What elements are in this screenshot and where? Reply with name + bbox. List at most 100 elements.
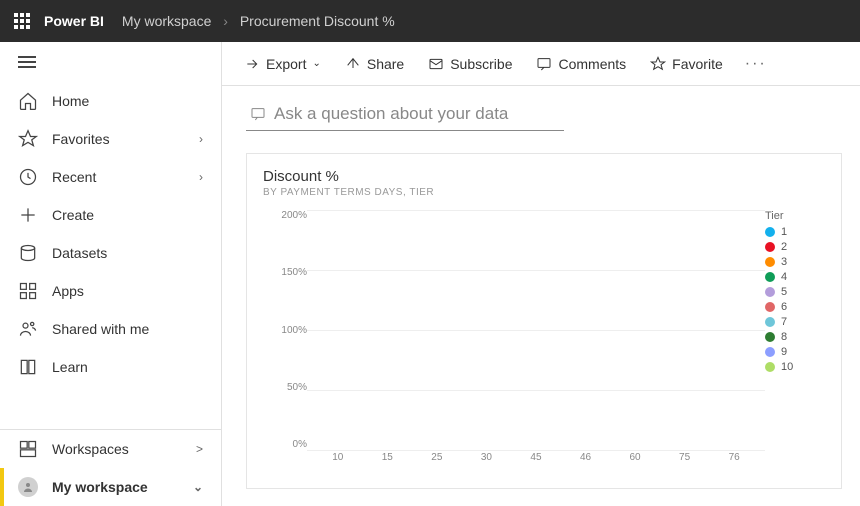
datasets-icon <box>18 243 38 263</box>
nav-label: Favorites <box>52 131 199 147</box>
nav-bottom: Workspaces> My workspace⌄ <box>0 429 221 506</box>
nav-home[interactable]: Home <box>0 82 221 120</box>
nav-learn[interactable]: Learn <box>0 348 221 386</box>
legend-label: 6 <box>781 301 787 313</box>
legend-label: 4 <box>781 271 787 283</box>
legend-label: 7 <box>781 316 787 328</box>
qna-input[interactable]: Ask a question about your data <box>246 104 564 131</box>
legend-items: 1 2 3 4 5 6 7 8 9 10 <box>765 226 825 373</box>
legend-item[interactable]: 10 <box>765 361 825 373</box>
share-icon <box>345 56 361 72</box>
nav-label: Learn <box>52 359 203 375</box>
comment-icon <box>536 56 552 72</box>
report-toolbar: Export⌄ Share Subscribe Comments Favorit… <box>222 42 860 86</box>
legend-label: 10 <box>781 361 793 373</box>
clock-icon <box>18 167 38 187</box>
legend-item[interactable]: 2 <box>765 241 825 253</box>
app-launcher-icon[interactable] <box>14 13 30 29</box>
nav-my-workspace[interactable]: My workspace⌄ <box>0 468 221 506</box>
subscribe-button[interactable]: Subscribe <box>420 52 520 76</box>
legend-swatch <box>765 332 775 342</box>
legend-item[interactable]: 6 <box>765 301 825 313</box>
chart-title: Discount % <box>263 168 825 185</box>
star-icon <box>650 56 666 72</box>
breadcrumb: My workspace › Procurement Discount % <box>122 13 395 29</box>
chart-plot: 101525304546607576 <box>307 208 765 468</box>
chart-legend: Tier 1 2 3 4 5 6 7 8 9 10 <box>765 208 825 468</box>
legend-title: Tier <box>765 210 825 222</box>
legend-swatch <box>765 347 775 357</box>
nav-create[interactable]: Create <box>0 196 221 234</box>
nav-label: Shared with me <box>52 321 203 337</box>
legend-label: 3 <box>781 256 787 268</box>
legend-item[interactable]: 3 <box>765 256 825 268</box>
workspaces-icon <box>18 439 38 459</box>
nav-label: Create <box>52 207 203 223</box>
comments-button[interactable]: Comments <box>528 52 634 76</box>
book-icon <box>18 357 38 377</box>
legend-swatch <box>765 257 775 267</box>
y-axis: 200%150%100%50%0% <box>263 208 307 468</box>
legend-swatch <box>765 302 775 312</box>
export-icon <box>244 56 260 72</box>
favorite-button[interactable]: Favorite <box>642 52 731 76</box>
hamburger-icon <box>18 56 36 68</box>
breadcrumb-report[interactable]: Procurement Discount % <box>240 13 395 29</box>
avatar-icon <box>18 477 38 497</box>
legend-item[interactable]: 8 <box>765 331 825 343</box>
legend-swatch <box>765 242 775 252</box>
legend-item[interactable]: 7 <box>765 316 825 328</box>
chart-bars <box>307 210 765 450</box>
legend-item[interactable]: 4 <box>765 271 825 283</box>
nav-apps[interactable]: Apps <box>0 272 221 310</box>
nav-label: Home <box>52 93 203 109</box>
nav-label: Apps <box>52 283 203 299</box>
legend-swatch <box>765 272 775 282</box>
legend-swatch <box>765 287 775 297</box>
chevron-right-icon: › <box>199 170 203 184</box>
legend-swatch <box>765 317 775 327</box>
legend-label: 9 <box>781 346 787 358</box>
legend-item[interactable]: 9 <box>765 346 825 358</box>
chevron-right-icon: › <box>223 13 228 29</box>
nav-label: Datasets <box>52 245 203 261</box>
chevron-down-icon: ⌄ <box>312 58 320 69</box>
x-axis: 101525304546607576 <box>307 452 765 468</box>
legend-label: 5 <box>781 286 787 298</box>
breadcrumb-workspace[interactable]: My workspace <box>122 13 211 29</box>
mail-icon <box>428 56 444 72</box>
legend-swatch <box>765 362 775 372</box>
chevron-down-icon: ⌄ <box>193 480 203 494</box>
nav-main: Home Favorites› Recent› Create Datasets … <box>0 82 221 429</box>
brand-label: Power BI <box>44 13 104 29</box>
chart-card: Discount % BY PAYMENT TERMS DAYS, TIER 2… <box>246 153 842 489</box>
legend-label: 8 <box>781 331 787 343</box>
apps-icon <box>18 281 38 301</box>
chart-subtitle: BY PAYMENT TERMS DAYS, TIER <box>263 187 825 198</box>
nav-favorites[interactable]: Favorites› <box>0 120 221 158</box>
star-icon <box>18 129 38 149</box>
nav-shared[interactable]: Shared with me <box>0 310 221 348</box>
nav-datasets[interactable]: Datasets <box>0 234 221 272</box>
legend-item[interactable]: 5 <box>765 286 825 298</box>
menu-toggle-button[interactable] <box>0 42 221 82</box>
qna-placeholder: Ask a question about your data <box>274 104 508 124</box>
nav-label: My workspace <box>52 479 193 495</box>
nav-label: Recent <box>52 169 199 185</box>
overflow-button[interactable]: ··· <box>739 51 773 77</box>
plus-icon <box>18 205 38 225</box>
legend-swatch <box>765 227 775 237</box>
nav-workspaces[interactable]: Workspaces> <box>0 430 221 468</box>
chevron-right-icon: › <box>199 132 203 146</box>
legend-item[interactable]: 1 <box>765 226 825 238</box>
top-bar: Power BI My workspace › Procurement Disc… <box>0 0 860 42</box>
legend-label: 2 <box>781 241 787 253</box>
shared-icon <box>18 319 38 339</box>
sidebar: Home Favorites› Recent› Create Datasets … <box>0 42 222 506</box>
nav-label: Workspaces <box>52 441 196 457</box>
export-button[interactable]: Export⌄ <box>236 52 329 76</box>
nav-recent[interactable]: Recent› <box>0 158 221 196</box>
qna-icon <box>250 106 266 122</box>
share-button[interactable]: Share <box>337 52 412 76</box>
chevron-right-icon: > <box>196 442 203 456</box>
